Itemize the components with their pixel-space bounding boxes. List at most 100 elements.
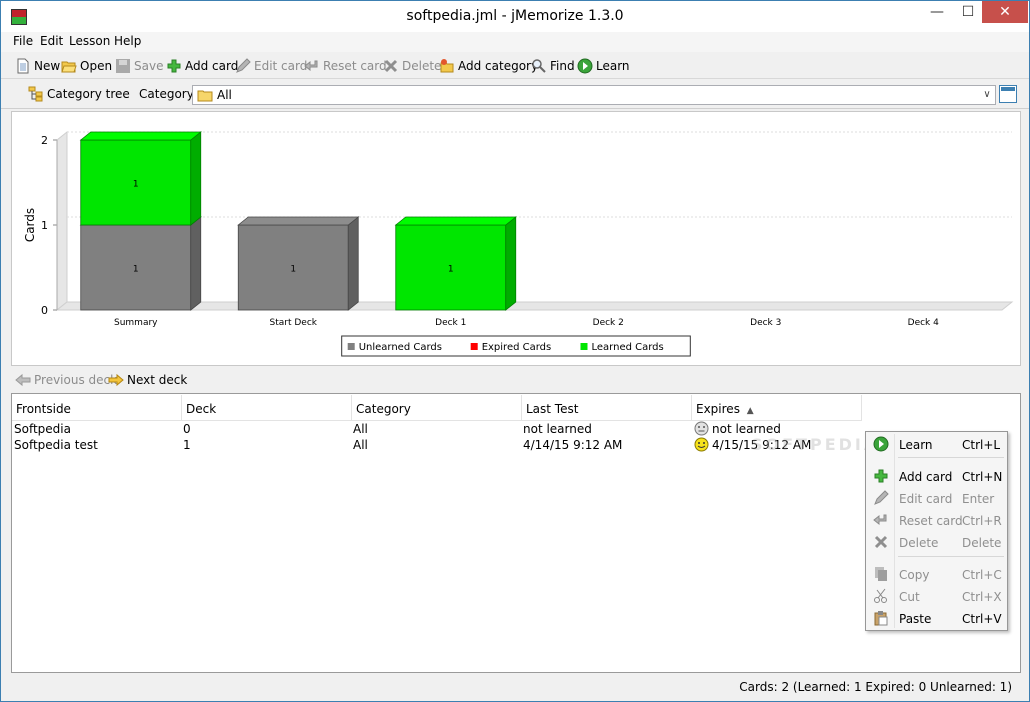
- learn-icon: [577, 58, 593, 74]
- header-last-test[interactable]: Last Test: [522, 395, 692, 421]
- tree-icon: [28, 86, 44, 102]
- cell-deck: 0: [183, 422, 191, 436]
- deck-navigation: Previous deck Next deck: [11, 369, 1021, 391]
- clipboard-icon: [873, 610, 889, 626]
- chart-legend-label: Expired Cards: [482, 342, 552, 353]
- sort-ascending-icon: ▲: [746, 406, 754, 416]
- learn-button[interactable]: Learn: [577, 57, 630, 75]
- find-button[interactable]: Find: [531, 57, 575, 75]
- category-value: All: [217, 88, 232, 102]
- category-bar: Category tree Category All ∨: [1, 81, 1029, 109]
- delete-x-icon: [383, 58, 399, 74]
- cell-deck: 1: [183, 438, 191, 452]
- chart-x-tick-label: Start Deck: [270, 318, 318, 328]
- add-card-button[interactable]: Add card: [166, 57, 238, 75]
- new-button[interactable]: New: [15, 57, 60, 75]
- maximize-button[interactable]: ☐: [954, 1, 982, 23]
- chart-y-tick-label: 0: [41, 304, 48, 317]
- menu-lesson[interactable]: Lesson: [67, 34, 112, 48]
- app-window: softpedia.jml - jMemorize 1.3.0 — ☐ ✕ Fi…: [0, 0, 1030, 702]
- table-header: Frontside Deck Category Last Test Expire…: [12, 395, 862, 421]
- status-bar: Cards: 2 (Learned: 1 Expired: 0 Unlearne…: [1, 677, 1029, 699]
- window-title: softpedia.jml - jMemorize 1.3.0: [406, 8, 624, 24]
- close-button[interactable]: ✕: [982, 1, 1028, 23]
- chart-bar-side: [505, 216, 517, 311]
- chart-data-label: 1: [290, 265, 296, 275]
- chevron-down-icon[interactable]: ∨: [979, 86, 995, 104]
- cell-frontside: Softpedia test: [14, 438, 98, 452]
- chart-legend-swatch: [347, 343, 355, 350]
- deck-chart: 0 1 2 Cards 1 1 Summary 1 Start Deck 1 Deck 1 Deck …: [23, 130, 1014, 357]
- category-tree-button[interactable]: Category tree: [28, 85, 130, 103]
- save-button[interactable]: Save: [115, 57, 163, 75]
- save-disk-icon: [115, 58, 131, 74]
- main-toolbar: New Open Save Add card Edit card Reset c…: [1, 53, 1029, 79]
- chart-bar-side: [190, 131, 202, 226]
- chart-panel: 0 1 2 Cards 1 1 Summary 1 Start Deck 1 Deck 1 Deck …: [11, 111, 1021, 366]
- context-menu-copy[interactable]: Copy Ctrl+C: [866, 564, 1007, 584]
- cell-last-test: not learned: [523, 422, 592, 436]
- folder-open-icon: [61, 58, 77, 74]
- reset-arrow-icon: [873, 512, 889, 528]
- minimize-button[interactable]: —: [923, 1, 951, 23]
- chart-x-tick-label: Deck 4: [908, 318, 939, 328]
- delete-button[interactable]: Delete: [383, 57, 441, 75]
- folder-icon: [197, 87, 213, 103]
- chart-legend-swatch: [470, 343, 478, 350]
- title-bar: softpedia.jml - jMemorize 1.3.0 — ☐ ✕: [1, 1, 1029, 32]
- chart-bar-top: [79, 131, 202, 141]
- chart-legend-swatch: [580, 343, 588, 350]
- chart-side-wall: [56, 130, 68, 312]
- copy-icon: [873, 566, 889, 582]
- chart-floor: [55, 301, 1014, 311]
- arrow-right-icon: [108, 372, 124, 388]
- watermark: SOFTPEDIA: [751, 435, 880, 454]
- arrow-left-icon: [15, 372, 31, 388]
- context-menu-reset-card[interactable]: Reset card Ctrl+R: [866, 510, 1007, 530]
- context-menu-delete[interactable]: Delete Delete: [866, 532, 1007, 552]
- learn-icon: [873, 436, 889, 452]
- context-menu-add-card[interactable]: Add card Ctrl+N: [866, 466, 1007, 486]
- menu-separator: [898, 556, 1004, 557]
- chart-data-label: 1: [133, 180, 139, 190]
- reset-card-button[interactable]: Reset card: [304, 57, 387, 75]
- reset-arrow-icon: [304, 58, 320, 74]
- chart-bar-side: [347, 216, 359, 311]
- header-category[interactable]: Category: [352, 395, 522, 421]
- chart-x-tick-label: Deck 2: [593, 318, 624, 328]
- chart-legend-label: Unlearned Cards: [359, 342, 442, 353]
- context-menu-cut[interactable]: Cut Ctrl+X: [866, 586, 1007, 606]
- next-deck-button[interactable]: Next deck: [108, 371, 187, 389]
- header-frontside[interactable]: Frontside: [12, 395, 182, 421]
- chart-bar-side: [190, 216, 202, 311]
- category-label: Category: [139, 87, 194, 101]
- chart-bar-top: [394, 216, 517, 226]
- add-category-button[interactable]: Add category: [439, 57, 538, 75]
- header-expires[interactable]: Expires ▲: [692, 395, 862, 421]
- chart-x-tick-label: Summary: [114, 318, 158, 328]
- edit-card-button[interactable]: Edit card: [235, 57, 307, 75]
- category-select[interactable]: All ∨: [192, 85, 996, 105]
- cell-expires: not learned: [712, 422, 781, 436]
- open-button[interactable]: Open: [61, 57, 112, 75]
- panel-layout-icon[interactable]: [999, 85, 1017, 103]
- chart-x-tick-label: Deck 3: [750, 318, 781, 328]
- menu-file[interactable]: File: [11, 34, 35, 48]
- cell-category: All: [353, 438, 368, 452]
- menu-edit[interactable]: Edit: [38, 34, 65, 48]
- plus-icon: [873, 468, 889, 484]
- context-menu: Learn Ctrl+L Add card Ctrl+N Edit card E…: [865, 431, 1008, 631]
- context-menu-learn[interactable]: Learn Ctrl+L: [866, 434, 1007, 454]
- header-deck[interactable]: Deck: [182, 395, 352, 421]
- chart-data-label: 1: [448, 265, 454, 275]
- context-menu-edit-card[interactable]: Edit card Enter: [866, 488, 1007, 508]
- pencil-icon: [873, 490, 889, 506]
- chart-bar-top: [237, 216, 360, 226]
- chart-x-tick-label: Deck 1: [435, 318, 466, 328]
- scissors-icon: [873, 588, 889, 604]
- menu-help[interactable]: Help: [112, 34, 143, 48]
- chart-y-tick-label: 1: [41, 219, 48, 232]
- context-menu-paste[interactable]: Paste Ctrl+V: [866, 608, 1007, 628]
- previous-deck-button[interactable]: Previous deck: [15, 371, 117, 389]
- delete-x-icon: [873, 534, 889, 550]
